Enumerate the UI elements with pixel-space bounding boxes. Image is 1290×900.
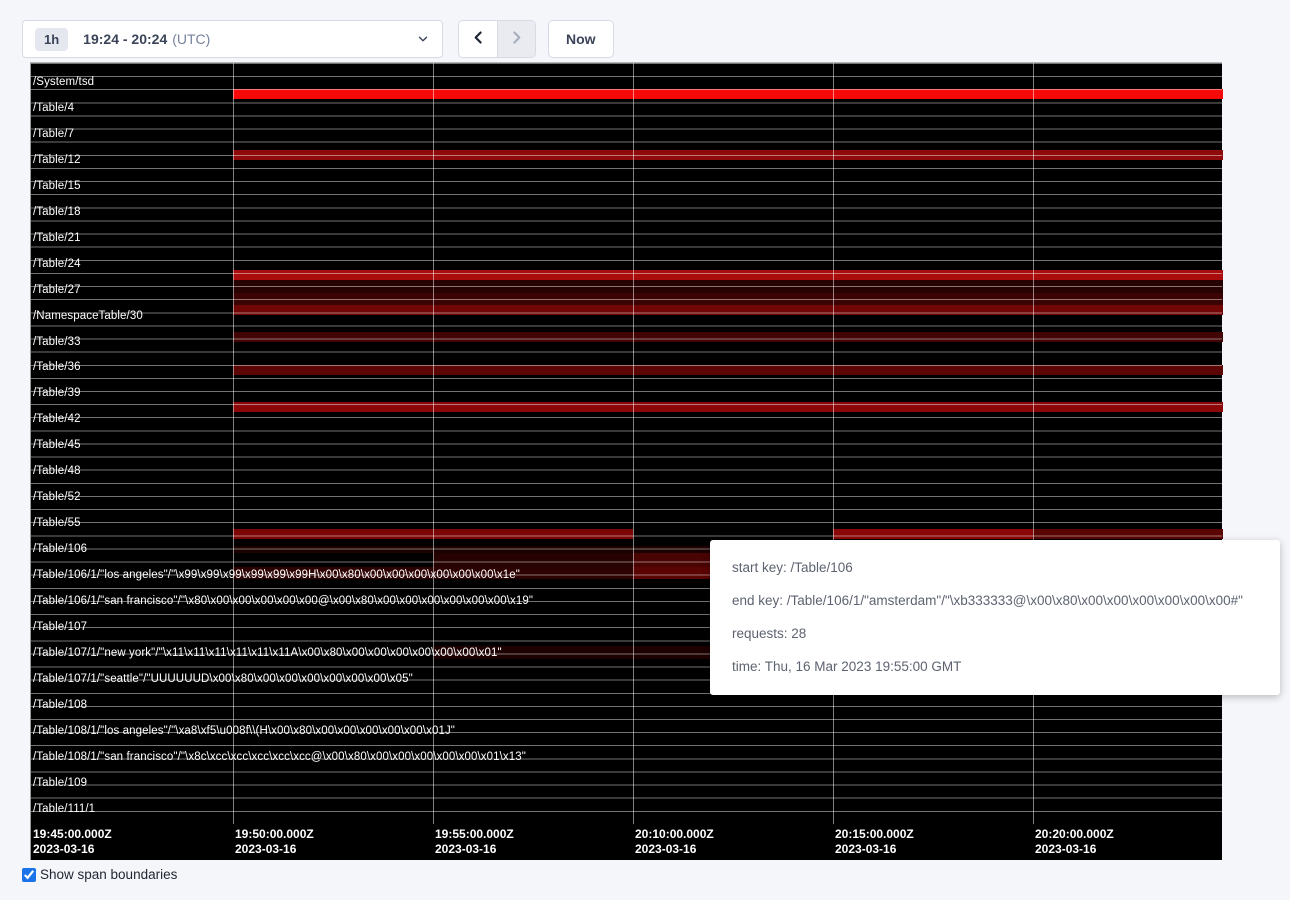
tick-time: 20:10:00.000Z (635, 827, 714, 842)
tick-date: 2023-03-16 (235, 842, 314, 857)
tick-time: 19:45:00.000Z (33, 827, 112, 842)
tick-date: 2023-03-16 (33, 842, 112, 857)
time-nav-group (458, 20, 536, 58)
heatmap-band[interactable] (233, 270, 1223, 280)
span-tooltip: start key: /Table/106end key: /Table/106… (710, 540, 1280, 695)
key-visualizer-heatmap[interactable]: /System/tsd/Table/4/Table/7/Table/12/Tab… (30, 62, 1222, 860)
tooltip-line: time: Thu, 16 Mar 2023 19:55:00 GMT (732, 650, 1258, 683)
heatmap-band[interactable] (233, 529, 633, 539)
tooltip-line: end key: /Table/106/1/"amsterdam"/"\xb33… (732, 584, 1258, 617)
tick-time: 20:20:00.000Z (1035, 827, 1114, 842)
x-axis-tick: 19:50:00.000Z2023-03-16 (235, 827, 314, 857)
heatmap-band[interactable] (233, 293, 1223, 305)
tick-time: 19:55:00.000Z (435, 827, 514, 842)
x-axis-tick: 20:10:00.000Z2023-03-16 (635, 827, 714, 857)
heatmap-band[interactable] (1033, 529, 1223, 539)
tick-date: 2023-03-16 (635, 842, 714, 857)
tick-date: 2023-03-16 (835, 842, 914, 857)
heatmap-band[interactable] (233, 365, 1223, 375)
heatmap-band[interactable] (233, 89, 1223, 99)
x-axis: 19:45:00.000Z2023-03-1619:50:00.000Z2023… (31, 824, 1222, 861)
show-span-boundaries-control: Show span boundaries (22, 867, 177, 882)
time-range-select[interactable]: 1h 19:24 - 20:24 (UTC) (22, 20, 443, 58)
heatmap-band[interactable] (233, 332, 1223, 342)
x-axis-tick: 20:15:00.000Z2023-03-16 (835, 827, 914, 857)
x-axis-tick: 20:20:00.000Z2023-03-16 (1035, 827, 1114, 857)
heatmap-band[interactable] (233, 150, 1223, 160)
x-axis-tick: 19:55:00.000Z2023-03-16 (435, 827, 514, 857)
time-range-zone: (UTC) (172, 31, 210, 47)
chevron-right-icon (508, 29, 525, 49)
x-axis-tick: 19:45:00.000Z2023-03-16 (33, 827, 112, 857)
tick-time: 20:15:00.000Z (835, 827, 914, 842)
toolbar: 1h 19:24 - 20:24 (UTC) Now (22, 20, 614, 58)
chevron-down-icon (416, 32, 430, 46)
heatmap-band[interactable] (233, 305, 1223, 315)
heatmap-bands-layer (31, 63, 1222, 824)
next-time-button[interactable] (497, 21, 535, 57)
tick-date: 2023-03-16 (435, 842, 514, 857)
heatmap-band[interactable] (833, 529, 1033, 539)
heatmap-band[interactable] (233, 280, 1223, 293)
tooltip-line: requests: 28 (732, 617, 1258, 650)
heatmap-band[interactable] (233, 567, 633, 579)
chevron-left-icon (470, 29, 487, 49)
tick-date: 2023-03-16 (1035, 842, 1114, 857)
prev-time-button[interactable] (459, 21, 497, 57)
time-range-text: 19:24 - 20:24 (83, 31, 167, 47)
heatmap-band[interactable] (433, 553, 633, 567)
now-button[interactable]: Now (548, 20, 614, 58)
tick-time: 19:50:00.000Z (235, 827, 314, 842)
show-span-boundaries-checkbox[interactable] (22, 868, 36, 882)
show-span-boundaries-label: Show span boundaries (40, 867, 177, 882)
time-range-duration-badge: 1h (35, 28, 68, 51)
heatmap-band[interactable] (233, 402, 1223, 412)
tooltip-line: start key: /Table/106 (732, 551, 1258, 584)
